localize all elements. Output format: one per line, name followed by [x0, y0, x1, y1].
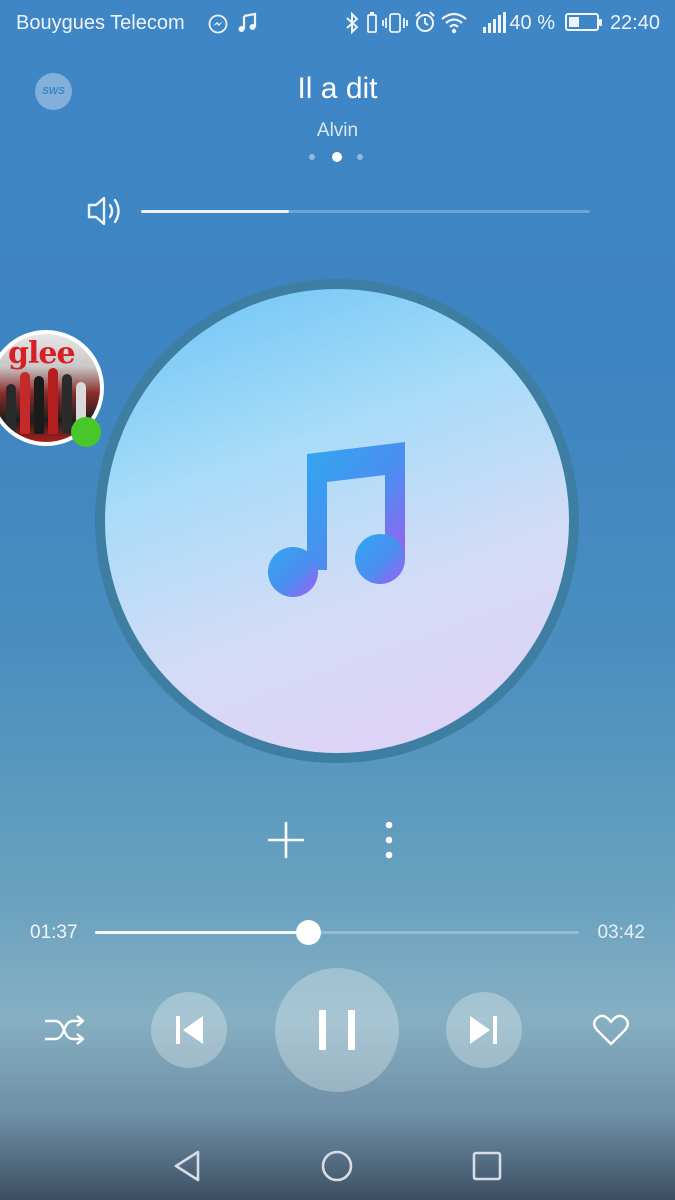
back-nav-button[interactable]: [170, 1147, 206, 1185]
thumbnail-logo-text: glee: [8, 336, 76, 371]
page-dot: [309, 154, 315, 160]
shuffle-button[interactable]: [42, 1010, 86, 1050]
signal-icon: [483, 12, 506, 33]
volume-slider-fill: [141, 210, 290, 213]
music-note-icon: [238, 12, 257, 32]
page-dot: [357, 154, 363, 160]
music-note-icon: [268, 442, 405, 597]
next-track-button[interactable]: [446, 992, 522, 1068]
alarm-icon: [415, 11, 435, 32]
battery-saver-icon: [367, 12, 377, 33]
current-time: 01:37: [30, 922, 78, 943]
more-options-button[interactable]: [374, 818, 404, 862]
previous-track-button[interactable]: [151, 992, 227, 1068]
online-indicator: [71, 417, 101, 447]
volume-slider[interactable]: [141, 210, 590, 213]
figure: [20, 372, 30, 434]
status-bar: Bouygues Telecom 40 % 22:40: [0, 0, 675, 46]
shuffle-icon: [45, 1015, 85, 1045]
recent-apps-nav-button[interactable]: [469, 1147, 505, 1185]
seek-bar[interactable]: [95, 920, 579, 945]
pause-button[interactable]: [275, 968, 399, 1092]
page-dot-active: [332, 152, 342, 162]
song-title: Il a dit: [297, 72, 378, 105]
seek-bar-fill: [95, 931, 308, 934]
bluetooth-icon: [346, 12, 359, 34]
skip-next-icon: [470, 1016, 497, 1044]
page-indicator: [307, 151, 367, 163]
volume-icon[interactable]: [86, 193, 126, 229]
battery-percent: 40 %: [509, 12, 555, 34]
figure: [62, 374, 72, 434]
wifi-icon: [441, 12, 467, 34]
heart-icon: [593, 1014, 629, 1046]
pause-icon: [319, 1010, 355, 1050]
carrier-name: Bouygues Telecom: [16, 12, 185, 34]
home-nav-button[interactable]: [319, 1147, 355, 1185]
add-to-playlist-button[interactable]: [264, 818, 308, 862]
seek-bar-knob[interactable]: [295, 920, 321, 945]
favorite-button[interactable]: [591, 1010, 631, 1050]
figure: [34, 376, 44, 434]
vibrate-icon: [382, 13, 408, 33]
figure: [48, 368, 58, 434]
total-time: 03:42: [597, 922, 645, 943]
clock: 22:40: [609, 12, 660, 34]
skip-previous-icon: [176, 1016, 203, 1044]
messenger-icon: [208, 14, 228, 34]
battery-icon: [565, 13, 602, 31]
artist-name[interactable]: Alvin: [0, 120, 675, 142]
figure: [6, 384, 16, 434]
